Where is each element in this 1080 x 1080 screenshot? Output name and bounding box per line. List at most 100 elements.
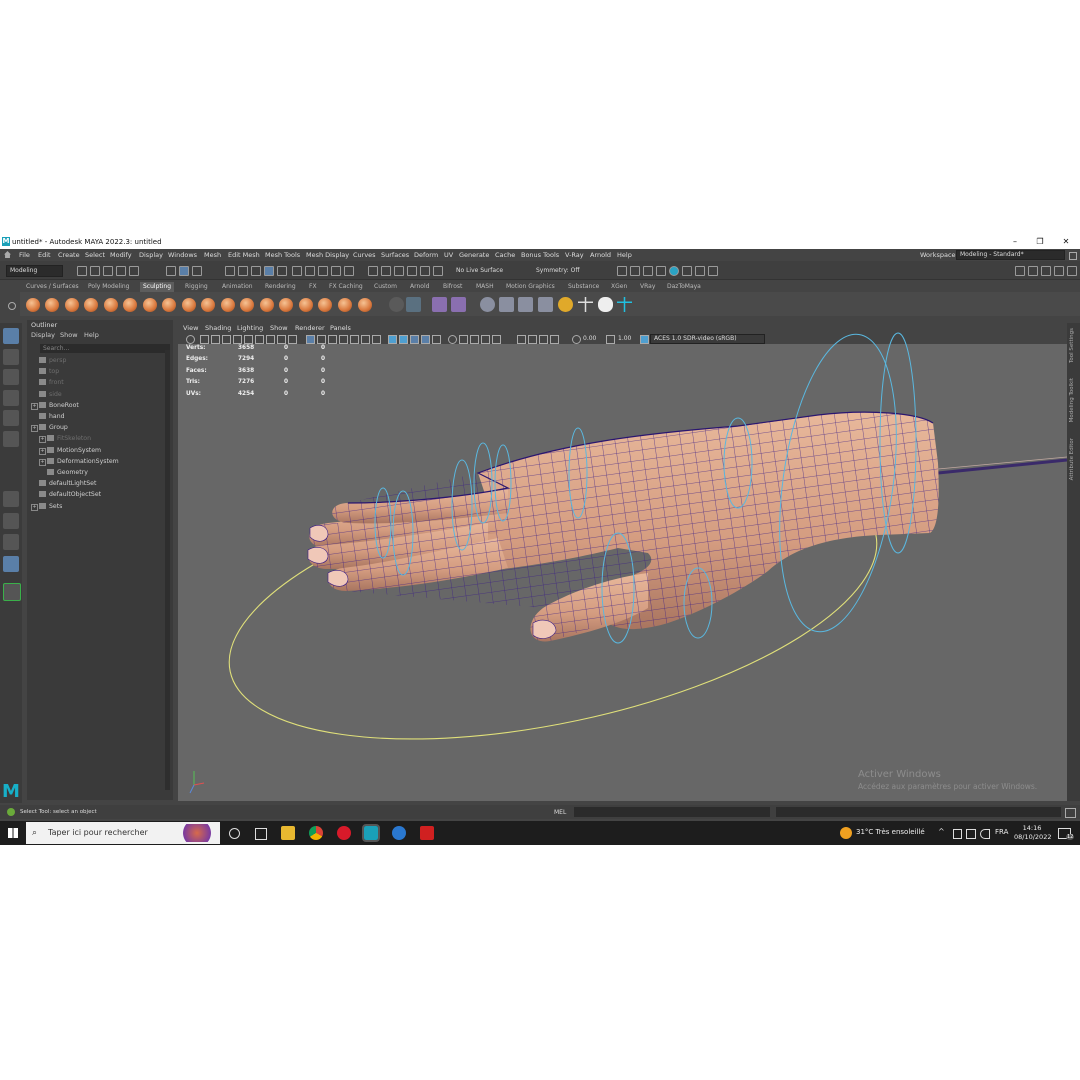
menu-vray[interactable]: V-Ray [565, 251, 584, 259]
tpose-figure-icon[interactable] [617, 297, 632, 312]
render-frame-icon[interactable] [630, 266, 640, 276]
shelf-tab-poly-modeling[interactable]: Poly Modeling [88, 282, 130, 292]
menu-uv[interactable]: UV [444, 251, 453, 259]
symmetry-label[interactable]: Symmetry: Off [536, 267, 579, 274]
render-view-icon[interactable] [344, 266, 354, 276]
tab-modeling-toolkit[interactable]: Modeling Toolkit [1069, 378, 1075, 422]
fill-brush-icon[interactable] [260, 298, 274, 312]
select-object-icon[interactable] [179, 266, 189, 276]
close-button[interactable]: ✕ [1059, 237, 1073, 247]
imprint-brush-icon[interactable] [201, 298, 215, 312]
live-surface-label[interactable]: No Live Surface [456, 267, 503, 274]
weather-text[interactable]: 31°C Très ensoleillé [856, 828, 925, 836]
render-setup-icon[interactable] [420, 266, 430, 276]
unfold-icon[interactable] [538, 297, 553, 312]
outliner-item[interactable]: top [39, 367, 59, 377]
select-hierarchy-icon[interactable] [166, 266, 176, 276]
magnet-icon[interactable] [318, 266, 328, 276]
expand-icon[interactable]: + [31, 425, 38, 433]
select-component-icon[interactable] [192, 266, 202, 276]
shelf-tab-vray[interactable]: VRay [640, 282, 655, 292]
home-icon[interactable] [4, 251, 11, 258]
menu-cache[interactable]: Cache [495, 251, 515, 259]
construction-history-icon[interactable] [331, 266, 341, 276]
smooth-brush-icon[interactable] [45, 298, 59, 312]
tab-attribute-editor[interactable]: Attribute Editor [1069, 438, 1075, 480]
menu-curves[interactable]: Curves [353, 251, 376, 259]
c-app-icon[interactable] [392, 826, 406, 840]
persp-outliner-icon[interactable] [3, 534, 19, 550]
language-indicator[interactable]: FRA [995, 828, 1008, 836]
vray-vfb-icon[interactable] [682, 266, 692, 276]
menu-windows[interactable]: Windows [168, 251, 197, 259]
move-tool-icon[interactable] [3, 390, 19, 406]
hand-mesh[interactable] [307, 411, 939, 642]
outliner-item[interactable]: defaultLightSet [39, 479, 96, 489]
snap-view-icon[interactable] [264, 266, 274, 276]
outliner-item[interactable]: + MotionSystem [39, 446, 101, 456]
expand-icon[interactable]: + [39, 447, 46, 455]
smear-brush-icon[interactable] [299, 298, 313, 312]
pause-icon[interactable] [708, 266, 718, 276]
outliner-item[interactable]: + FitSkeleton [39, 434, 91, 444]
lock-icon[interactable] [1069, 252, 1077, 260]
outliner-item[interactable]: side [39, 390, 62, 400]
channel-box-icon[interactable] [1067, 266, 1077, 276]
menu-mesh-tools[interactable]: Mesh Tools [265, 251, 300, 259]
menu-modify[interactable]: Modify [110, 251, 132, 259]
script-editor-icon[interactable] [1065, 808, 1076, 818]
mesh-sculpt-icon[interactable] [480, 297, 495, 312]
shelf-tab-animation[interactable]: Animation [222, 282, 253, 292]
menu-deform[interactable]: Deform [414, 251, 438, 259]
ipr-icon[interactable] [656, 266, 666, 276]
render-settings-icon[interactable] [394, 266, 404, 276]
expand-icon[interactable]: + [39, 458, 46, 466]
save-scene-icon[interactable] [103, 266, 113, 276]
mask-face-icon[interactable] [598, 297, 613, 312]
cortana-icon[interactable] [229, 828, 240, 839]
grab-brush-icon[interactable] [84, 298, 98, 312]
tab-tool-settings[interactable]: Tool Settings [1069, 328, 1075, 363]
outliner-item[interactable]: hand [39, 412, 65, 422]
freeze-brush-icon[interactable] [358, 298, 372, 312]
expand-icon[interactable]: + [39, 436, 46, 444]
snap-curve-icon[interactable] [238, 266, 248, 276]
taskbar-search-input[interactable]: ⌕ Taper ici pour rechercher [26, 822, 220, 844]
ipr-render-icon[interactable] [381, 266, 391, 276]
shelf-tab-rigging[interactable]: Rigging [185, 282, 208, 292]
four-view-icon[interactable] [3, 513, 19, 529]
mask-icon[interactable] [406, 297, 421, 312]
menu-arnold[interactable]: Arnold [590, 251, 611, 259]
render-seq-icon[interactable] [643, 266, 653, 276]
paint-select-tool-icon[interactable] [3, 369, 19, 385]
maya-taskbar-icon[interactable] [362, 824, 380, 842]
outliner-item[interactable]: + BoneRoot [31, 401, 79, 411]
mel-label[interactable]: MEL [554, 809, 566, 816]
menu-create[interactable]: Create [58, 251, 80, 259]
input-output-icon[interactable] [292, 266, 302, 276]
render-current-icon[interactable] [368, 266, 378, 276]
pinch-brush-icon[interactable] [104, 298, 118, 312]
shelf-tab-rendering[interactable]: Rendering [265, 282, 296, 292]
history-icon[interactable] [305, 266, 315, 276]
play-icon[interactable] [695, 266, 705, 276]
snap-surface-icon[interactable] [277, 266, 287, 276]
repeat-brush-icon[interactable] [182, 298, 196, 312]
scrape-brush-icon[interactable] [240, 298, 254, 312]
menu-help[interactable]: Help [617, 251, 632, 259]
outliner-item[interactable]: defaultObjectSet [39, 490, 101, 500]
menu-edit-mesh[interactable]: Edit Mesh [228, 251, 260, 259]
redo-icon[interactable] [129, 266, 139, 276]
skeleton-icon[interactable] [578, 297, 593, 312]
search-icon[interactable] [3, 583, 21, 601]
outliner-layout-icon[interactable] [3, 556, 19, 572]
flatten-brush-icon[interactable] [123, 298, 137, 312]
menu-surfaces[interactable]: Surfaces [381, 251, 409, 259]
opera-icon[interactable] [337, 826, 351, 840]
wax-brush-icon[interactable] [221, 298, 235, 312]
script-icon[interactable] [558, 297, 573, 312]
amplify-brush-icon[interactable] [338, 298, 352, 312]
menu-select[interactable]: Select [85, 251, 105, 259]
attribute-editor-icon[interactable] [1041, 266, 1051, 276]
network-icon[interactable] [953, 829, 962, 839]
